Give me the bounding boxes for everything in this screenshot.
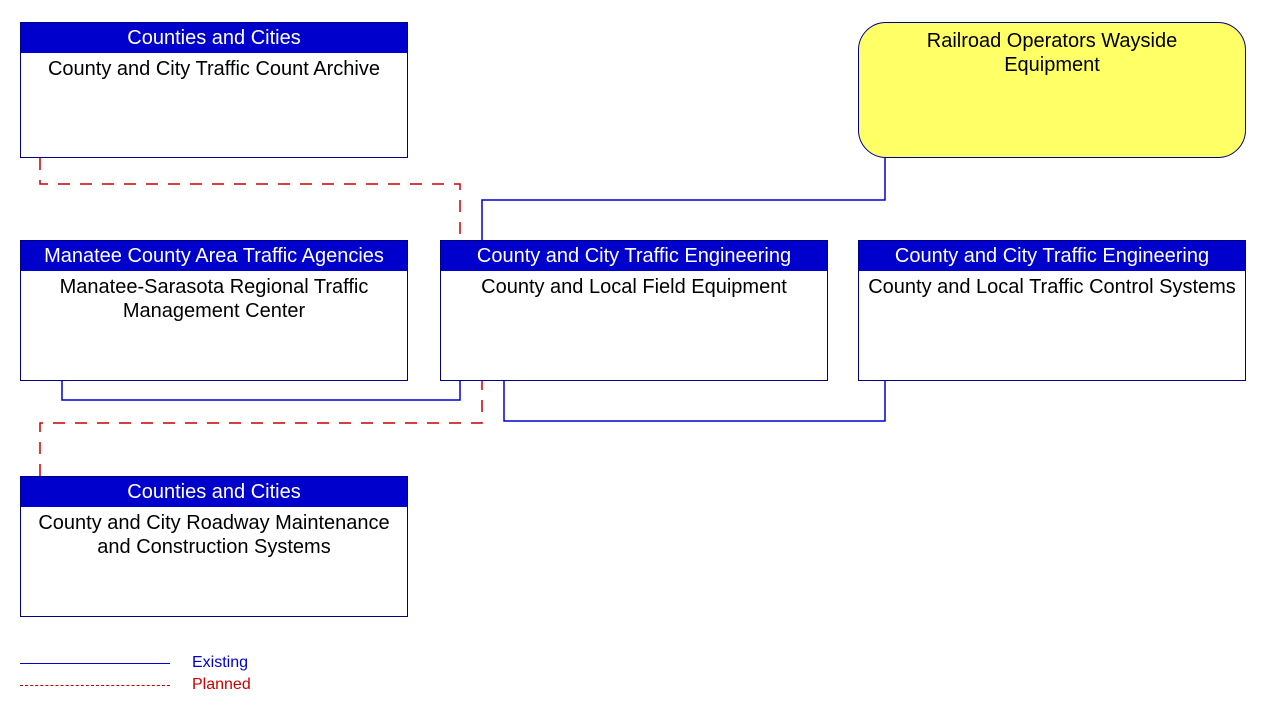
node-header: Counties and Cities	[21, 23, 407, 53]
node-body: County and Local Traffic Control Systems	[859, 271, 1245, 380]
legend-line-planned	[20, 685, 170, 686]
edge-maintenance-to-field-equipment	[40, 381, 482, 476]
node-traffic-count-archive[interactable]: Counties and Cities County and City Traf…	[20, 22, 408, 158]
legend-label-existing: Existing	[192, 654, 248, 672]
node-traffic-control-systems[interactable]: County and City Traffic Engineering Coun…	[858, 240, 1246, 381]
diagram-canvas: Counties and Cities County and City Traf…	[0, 0, 1261, 721]
legend-line-existing	[20, 663, 170, 664]
node-roadway-maintenance[interactable]: Counties and Cities County and City Road…	[20, 476, 408, 617]
edge-archive-to-field-equipment	[40, 158, 460, 240]
node-body: Manatee-Sarasota Regional Traffic Manage…	[21, 271, 407, 380]
edge-traffic-control-to-field-equipment	[504, 381, 885, 421]
node-body: County and City Roadway Maintenance and …	[21, 507, 407, 616]
legend-row-planned: Planned	[20, 674, 251, 696]
node-header: Counties and Cities	[21, 477, 407, 507]
legend: Existing Planned	[20, 652, 251, 696]
node-body: Railroad Operators Wayside Equipment	[927, 30, 1177, 76]
node-body: County and City Traffic Count Archive	[21, 53, 407, 157]
node-body: County and Local Field Equipment	[441, 271, 827, 380]
node-header: County and City Traffic Engineering	[441, 241, 827, 271]
node-header: Manatee County Area Traffic Agencies	[21, 241, 407, 271]
node-header: County and City Traffic Engineering	[859, 241, 1245, 271]
edge-railroad-to-field-equipment	[482, 158, 885, 240]
edge-regional-tmc-to-field-equipment	[62, 381, 460, 400]
node-regional-tmc[interactable]: Manatee County Area Traffic Agencies Man…	[20, 240, 408, 381]
legend-label-planned: Planned	[192, 676, 251, 694]
legend-row-existing: Existing	[20, 652, 251, 674]
node-railroad-wayside-equipment[interactable]: Railroad Operators Wayside Equipment	[858, 22, 1246, 158]
node-field-equipment[interactable]: County and City Traffic Engineering Coun…	[440, 240, 828, 381]
